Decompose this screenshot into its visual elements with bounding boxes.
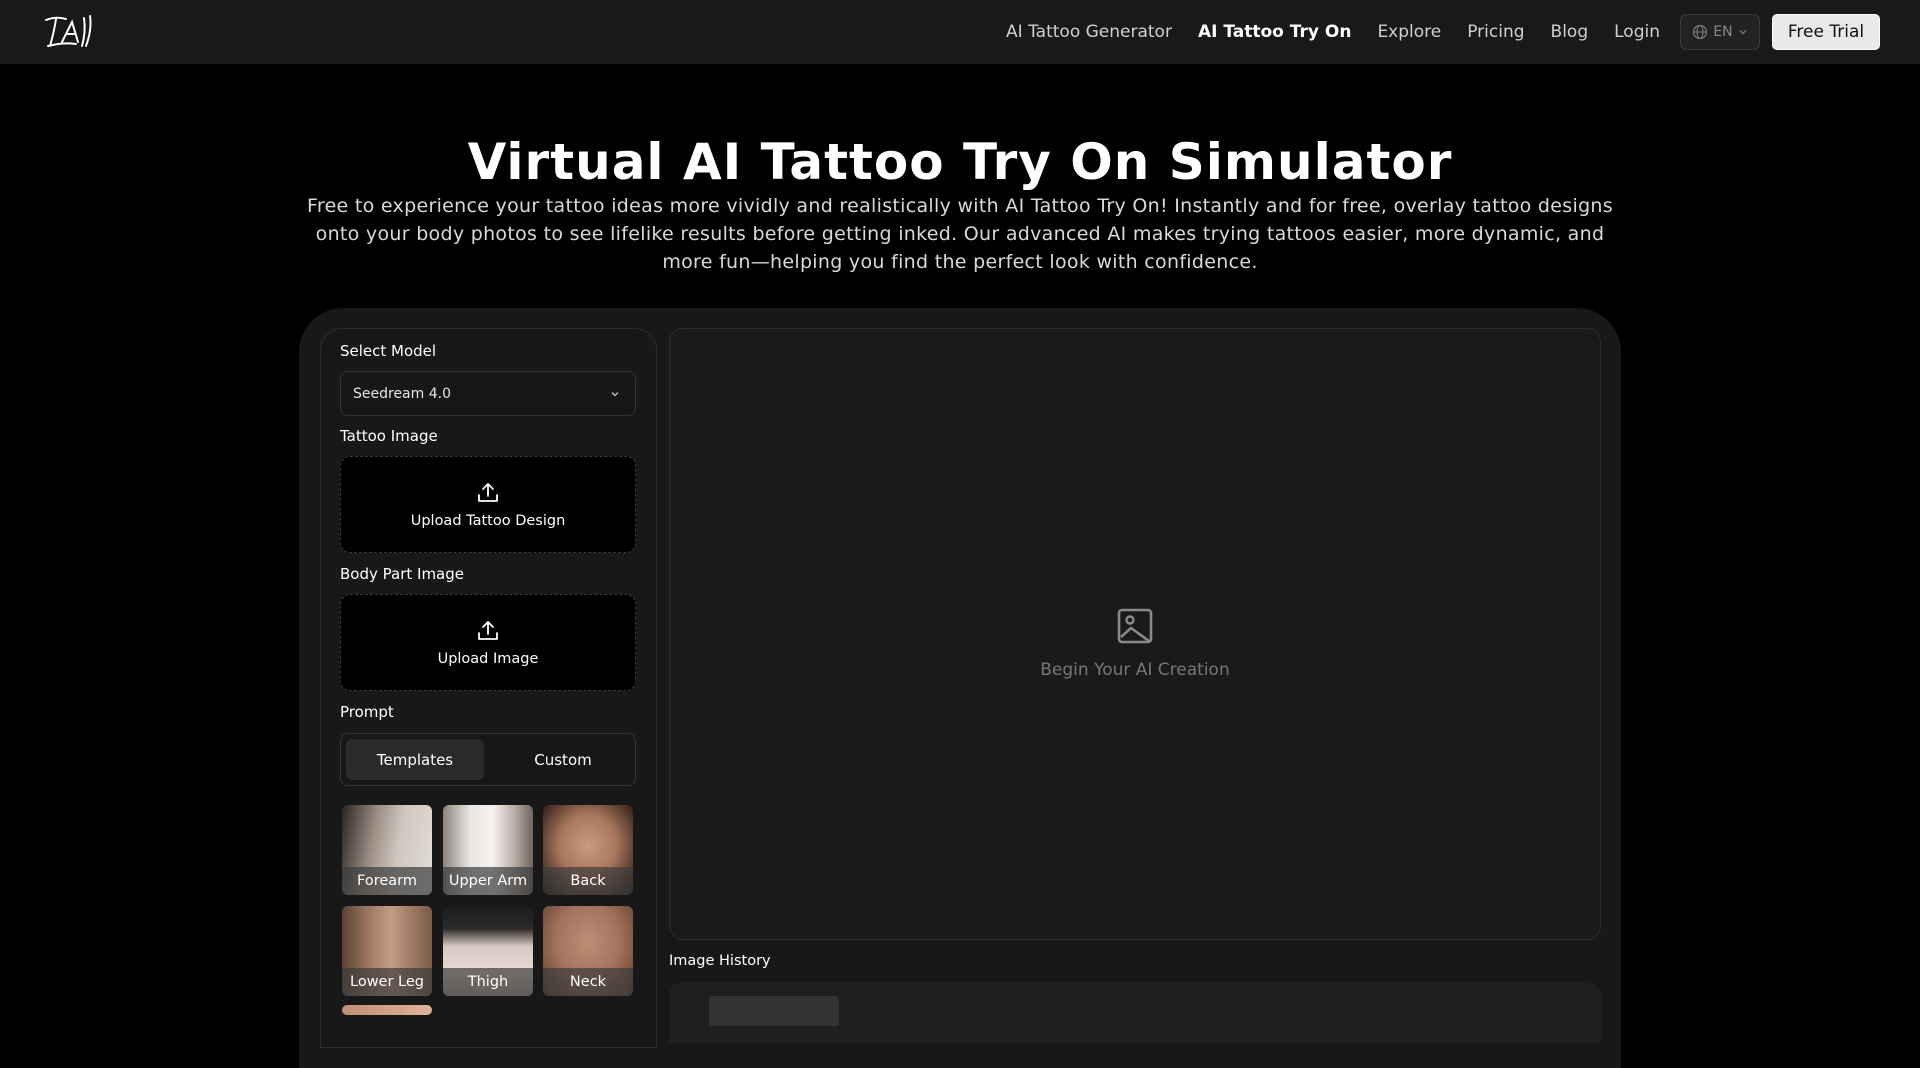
template-label: Lower Leg (342, 968, 432, 996)
template-label: Forearm (342, 867, 432, 895)
template-neck[interactable]: Neck (543, 906, 633, 996)
image-history-label: Image History (669, 953, 771, 969)
upload-icon (478, 482, 498, 502)
model-select-value: Seedream 4.0 (353, 385, 451, 402)
tab-custom[interactable]: Custom (494, 739, 632, 780)
nav-link-pricing[interactable]: Pricing (1467, 22, 1524, 42)
nav-link-explore[interactable]: Explore (1377, 22, 1441, 42)
tattoo-image-label: Tattoo Image (340, 427, 438, 445)
nav-link-ai-tattoo-generator[interactable]: AI Tattoo Generator (1006, 22, 1172, 42)
nav-link-blog[interactable]: Blog (1551, 22, 1589, 42)
body-image-upload-label: Upload Image (437, 650, 539, 667)
output-placeholder-text: Begin Your AI Creation (1040, 660, 1230, 680)
top-navbar: AI Tattoo Generator AI Tattoo Try On Exp… (0, 0, 1920, 64)
tattoo-upload-dropzone[interactable]: Upload Tattoo Design (340, 456, 636, 553)
language-label: EN (1713, 24, 1733, 40)
template-back[interactable]: Back (543, 805, 633, 895)
template-label: Back (543, 867, 633, 895)
tab-templates[interactable]: Templates (346, 739, 484, 780)
select-model-label: Select Model (340, 342, 437, 360)
template-more[interactable] (342, 1005, 432, 1015)
prompt-tabs: Templates Custom (340, 733, 636, 786)
site-logo[interactable] (42, 12, 102, 52)
template-thigh[interactable]: Thigh (443, 906, 533, 996)
history-item[interactable] (709, 996, 839, 1026)
template-forearm[interactable]: Forearm (342, 805, 432, 895)
language-selector[interactable]: EN (1680, 14, 1760, 50)
chevron-down-icon (1739, 30, 1747, 35)
body-part-image-label: Body Part Image (340, 565, 464, 583)
prompt-label: Prompt (340, 703, 394, 721)
nav-link-login[interactable]: Login (1614, 22, 1660, 42)
upload-icon (478, 620, 498, 640)
page-title: Virtual AI Tattoo Try On Simulator (467, 133, 1453, 191)
template-label: Upper Arm (443, 867, 533, 895)
page-description: Free to experience your tattoo ideas mor… (307, 195, 1613, 273)
tattoo-upload-label: Upload Tattoo Design (410, 512, 566, 529)
body-image-upload-dropzone[interactable]: Upload Image (340, 594, 636, 691)
template-label: Neck (543, 968, 633, 996)
image-icon (1117, 608, 1153, 644)
nav-link-ai-tattoo-try-on[interactable]: AI Tattoo Try On (1198, 22, 1351, 42)
chevron-down-icon (611, 392, 619, 397)
free-trial-button[interactable]: Free Trial (1772, 14, 1880, 50)
template-upper-arm[interactable]: Upper Arm (443, 805, 533, 895)
template-lower-leg[interactable]: Lower Leg (342, 906, 432, 996)
globe-icon (1693, 24, 1708, 40)
model-select[interactable]: Seedream 4.0 (340, 371, 636, 416)
template-label: Thigh (443, 968, 533, 996)
